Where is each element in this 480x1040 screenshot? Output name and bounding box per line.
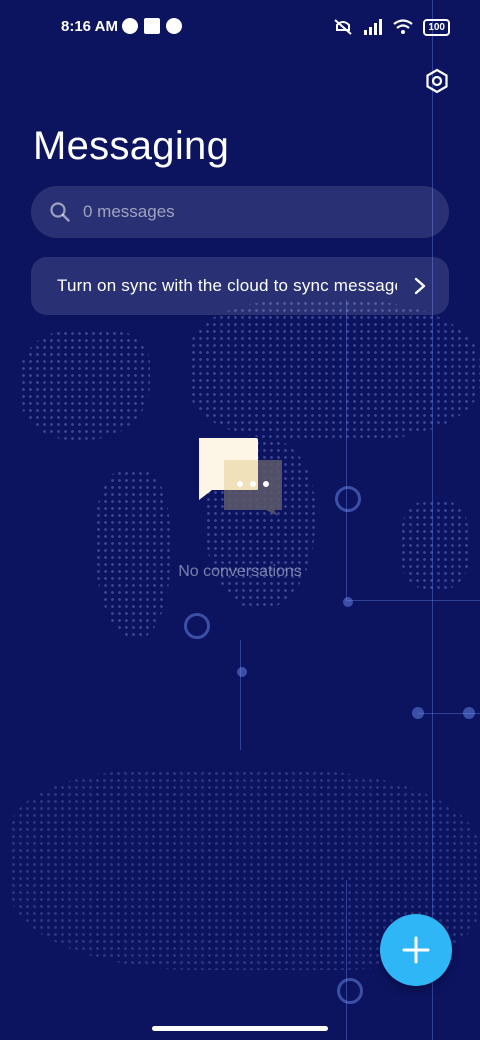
circuit-line (346, 300, 347, 600)
circuit-node (337, 978, 363, 1004)
notification-app-icon (122, 18, 138, 34)
circuit-line (240, 640, 241, 750)
system-status-icons: 100 (333, 18, 450, 36)
page-title: Messaging (33, 124, 230, 168)
circuit-node (343, 597, 353, 607)
circuit-line (432, 0, 433, 1040)
search-bar[interactable]: 0 messages (31, 186, 449, 238)
circuit-line (346, 880, 347, 1040)
map-dots-south-america (95, 470, 170, 640)
sync-banner-text: Turn on sync with the cloud to sync mess… (57, 276, 397, 295)
notification-app-icon (166, 18, 182, 34)
sync-banner[interactable]: Turn on sync with the cloud to sync mess… (31, 257, 449, 315)
mute-icon (334, 19, 352, 35)
circuit-node (237, 667, 247, 677)
status-bar: 8:16 AM 100 (0, 0, 480, 56)
home-gesture-bar[interactable] (152, 1026, 328, 1031)
wifi-icon (393, 19, 413, 34)
circuit-node (463, 707, 475, 719)
status-time: 8:16 AM (61, 18, 118, 35)
settings-gear-icon[interactable] (424, 68, 450, 94)
chat-bubbles-icon (199, 438, 282, 516)
map-dots-europe-asia (190, 300, 480, 440)
plus-icon (402, 936, 430, 964)
chevron-right-icon (414, 277, 426, 295)
empty-state-text: No conversations (178, 563, 302, 580)
circuit-node (335, 486, 361, 512)
battery-indicator: 100 (423, 18, 450, 36)
circuit-node (412, 707, 424, 719)
signal-icon (364, 19, 383, 35)
new-message-button[interactable] (380, 914, 452, 986)
map-dots-americas (20, 330, 150, 440)
circuit-node (184, 613, 210, 639)
search-icon (50, 202, 70, 222)
notification-icons (122, 18, 182, 34)
notification-square-icon (144, 18, 160, 34)
search-placeholder: 0 messages (83, 202, 175, 221)
circuit-line (346, 600, 480, 601)
